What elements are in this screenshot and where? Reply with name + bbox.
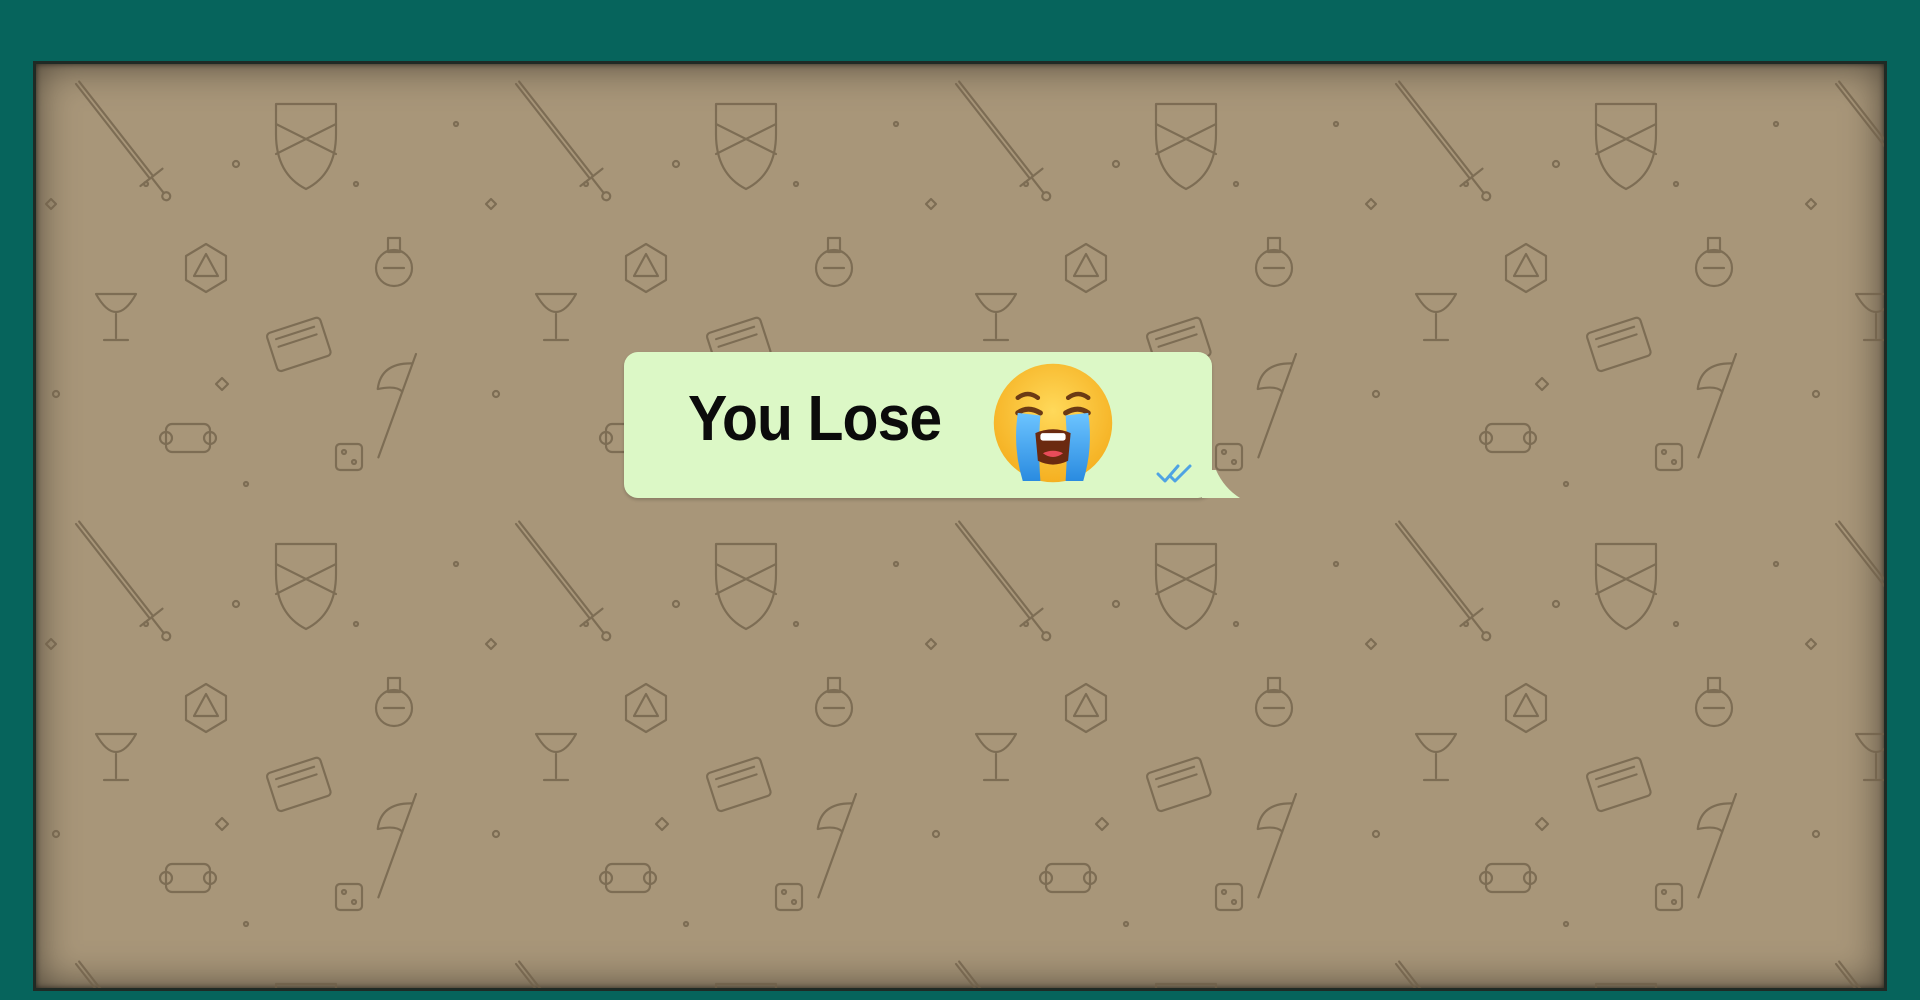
- result-message: You Lose: [688, 382, 942, 454]
- game-board: [36, 64, 1884, 988]
- double-check-icon: [1156, 464, 1192, 483]
- loudly-crying-face-icon: [993, 363, 1113, 483]
- doodle-wallpaper: [36, 64, 1884, 988]
- message-bubble-tail: [1202, 470, 1240, 498]
